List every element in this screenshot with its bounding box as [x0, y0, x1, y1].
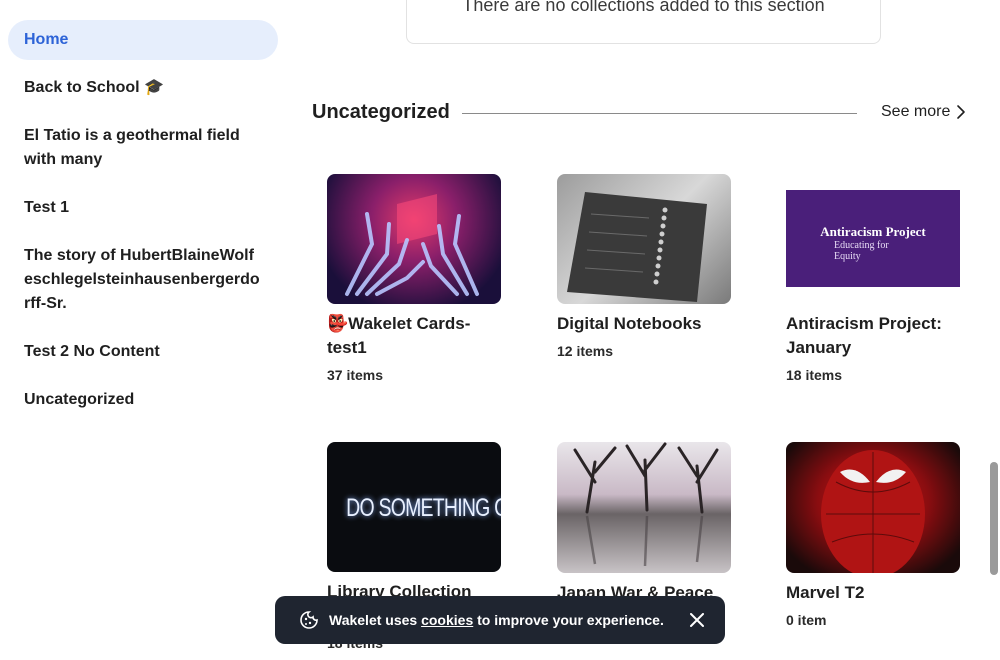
scrollbar-thumb[interactable] — [990, 462, 998, 575]
sidebar-item-label: Test 1 — [24, 199, 70, 216]
thumbnail-text: Antiracism Project — [820, 224, 926, 239]
collection-title[interactable]: 👺Wakelet Cards-test1 — [327, 312, 501, 360]
section-title: Uncategorized — [312, 101, 450, 123]
sidebar-item-home[interactable]: Home — [8, 20, 278, 60]
collection-thumbnail[interactable] — [557, 442, 731, 573]
see-more-label: See more — [881, 103, 951, 120]
sidebar-item-label: Home — [24, 31, 69, 48]
sidebar-item-test-1[interactable]: Test 1 — [8, 196, 278, 220]
thumbnail-subtext: Educating for Equity — [834, 240, 889, 262]
collection-thumbnail[interactable] — [327, 174, 501, 304]
sidebar-item-story-hubert[interactable]: The story of HubertBlaineWolfeschlegelst… — [8, 244, 278, 316]
cookie-icon — [299, 610, 319, 630]
sidebar-item-label: Back to School 🎓 — [24, 79, 164, 96]
cookies-link[interactable]: cookies — [421, 612, 473, 628]
sidebar-item-label: Uncategorized — [24, 391, 135, 408]
collection-thumbnail[interactable]: DO SOMETHING GREAT — [327, 442, 501, 572]
sidebar-item-back-to-school[interactable]: Back to School 🎓 — [8, 76, 278, 100]
collection-item-count: 0 item — [786, 612, 827, 628]
chevron-right-icon — [956, 104, 966, 120]
collection-title[interactable]: Marvel T2 — [786, 581, 960, 605]
cookie-text-suffix: to improve your experience. — [477, 612, 664, 628]
sidebar-item-el-tatio[interactable]: El Tatio is a geothermal field with many — [8, 124, 278, 172]
sidebar-item-label: El Tatio is a geothermal field with many — [24, 127, 240, 168]
collection-item-count: 18 items — [786, 367, 843, 383]
collection-thumbnail[interactable] — [786, 442, 960, 573]
cookie-text-prefix: Wakelet uses — [329, 612, 418, 628]
sidebar: Home Back to School 🎓 El Tatio is a geot… — [0, 0, 290, 660]
collection-title[interactable]: Digital Notebooks — [557, 312, 731, 336]
sidebar-item-label: Test 2 No Content — [24, 343, 160, 360]
sidebar-item-test-2[interactable]: Test 2 No Content — [8, 340, 278, 364]
collection-title[interactable]: Antiracism Project: January — [786, 312, 960, 360]
sidebar-item-label: The story of HubertBlaineWolfeschlegelst… — [24, 247, 260, 312]
collection-item-count: 12 items — [557, 343, 614, 359]
collection-item-count: 37 items — [327, 367, 384, 383]
empty-collections-box: There are no collections added to this s… — [406, 0, 881, 44]
cookie-banner: Wakelet uses cookies to improve your exp… — [275, 596, 725, 644]
section-divider — [462, 113, 857, 114]
collection-thumbnail[interactable] — [557, 174, 731, 304]
empty-collections-message: There are no collections added to this s… — [462, 0, 825, 15]
thumbnail-text: DO SOMETHING GREAT — [346, 494, 501, 522]
close-icon[interactable] — [685, 608, 709, 632]
sidebar-item-uncategorized[interactable]: Uncategorized — [8, 388, 278, 412]
see-more-link[interactable]: See more — [881, 103, 966, 121]
collection-thumbnail[interactable]: Antiracism Project Educating for Equity — [786, 190, 960, 287]
